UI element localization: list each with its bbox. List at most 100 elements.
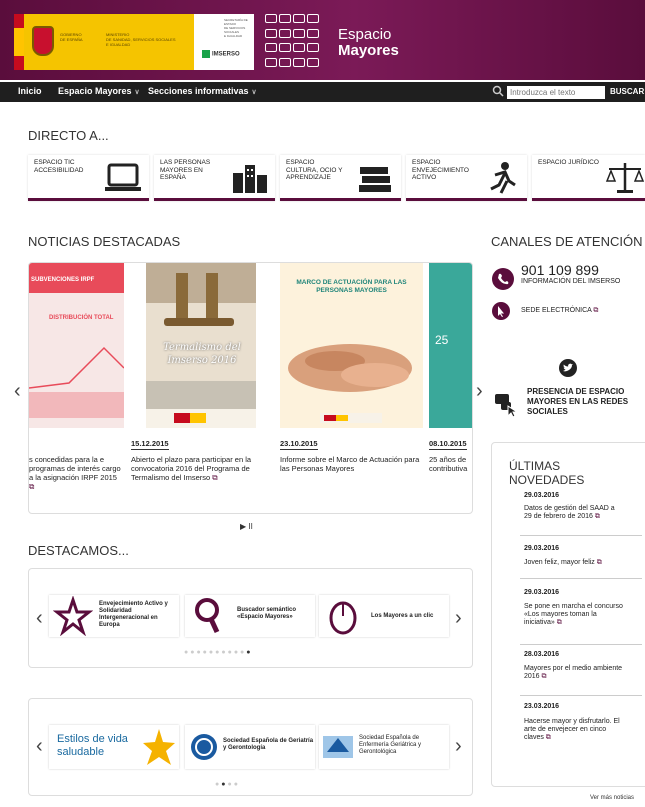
gov-line2: DE ESPAÑA (60, 37, 83, 42)
external-link-icon: ⧉ (594, 513, 600, 520)
destacamos-next-arrow-icon[interactable]: › (455, 607, 462, 630)
novedad-link[interactable]: Hacerse mayor y disfrutarlo. El arte de … (524, 718, 624, 742)
ultimas-title: ÚLTIMAS NOVEDADES (509, 459, 584, 487)
novedad-link[interactable]: Se pone en marcha el concurso «Los mayor… (524, 603, 624, 627)
site-title-line1: Espacio (338, 26, 392, 43)
government-logo[interactable]: GOBIERNO DE ESPAÑA MINISTERIO DE SANIDAD… (14, 14, 194, 70)
star-figure-icon (53, 596, 93, 636)
magnifier-icon (195, 598, 220, 634)
chevron-down-icon: ∨ (134, 89, 140, 96)
phone-number[interactable]: 901 109 899 (521, 262, 599, 278)
imserso-logo-block[interactable]: SECRETARÍA DE ESTADO DE SERVICIOS SOCIAL… (194, 14, 254, 70)
search-icon[interactable] (492, 85, 504, 97)
novedad-date: 29.03.2016 (524, 589, 560, 596)
partners-next-arrow-icon[interactable]: › (455, 735, 462, 758)
news-date[interactable]: 08.10.2015 (429, 439, 467, 450)
tile-envejecimiento-activo[interactable]: ESPACIO ENVEJECIMIENTO ACTIVO (406, 155, 527, 201)
coat-of-arms-icon (32, 26, 54, 56)
news-image-title: Termalismo del Imserso 2016 (163, 342, 241, 366)
external-link-icon: ⧉ (593, 307, 599, 314)
search-button[interactable]: BUSCAR (610, 87, 644, 96)
secretaria-line2: DE SERVICIOS SOCIALES (224, 26, 246, 34)
carousel-pagination-dots[interactable]: ●●●●●●●●●●● (184, 649, 253, 656)
imserso-logo: IMSERSO (202, 50, 248, 62)
news-image-termalismo[interactable]: Termalismo del Imserso 2016 (146, 263, 256, 428)
twitter-icon[interactable] (558, 358, 578, 378)
external-link-icon: ⧉ (212, 473, 218, 482)
partners-prev-arrow-icon[interactable]: ‹ (36, 735, 43, 758)
site-title-line2: Mayores (338, 42, 399, 59)
news-text[interactable]: Informe sobre el Marco de Actuación para… (280, 455, 420, 473)
news-play-pause-control[interactable]: ▶ II (240, 522, 253, 531)
external-link-icon: ⧉ (29, 482, 35, 491)
news-carousel: SUBVENCIONES IRPF DISTRIBUCIÓN TOTAL s c… (28, 262, 473, 514)
nav-espacio-mayores-label: Espacio Mayores (58, 86, 132, 96)
destacamos-item-mayores-clic[interactable]: Los Mayores a un clic (319, 595, 449, 637)
carousel-pagination-dots[interactable]: ●●●● (215, 781, 240, 788)
main-nav: Inicio Espacio Mayores ∨ Secciones inform… (0, 82, 645, 102)
novedad-date: 28.03.2016 (524, 651, 560, 658)
novedad-link[interactable]: Mayores por el medio ambiente 2016 ⧉ (524, 665, 624, 681)
ultimas-novedades-panel: ÚLTIMAS NOVEDADES 29.03.2016 Datos de ge… (491, 442, 645, 787)
news-date[interactable]: 23.10.2015 (280, 439, 318, 450)
tile-espacio-juridico[interactable]: ESPACIO JURÍDICO (532, 155, 645, 201)
novedad-text: Hacerse mayor y disfrutarlo. El arte de … (524, 718, 620, 741)
news-image-subvenciones[interactable]: SUBVENCIONES IRPF DISTRIBUCIÓN TOTAL (29, 263, 124, 428)
redes-sociales-link[interactable]: PRESENCIA DE ESPACIO MAYORES EN LAS REDE… (527, 387, 645, 417)
news-next-arrow-icon[interactable]: › (476, 380, 483, 403)
runner-icon (490, 162, 516, 194)
news-text[interactable]: Abierto el plazo para participar en la c… (131, 455, 271, 482)
search-input[interactable] (507, 86, 605, 99)
nav-secciones-informativas[interactable]: Secciones informativas ∨ (148, 86, 257, 96)
tile-label: ESPACIO ENVEJECIMIENTO ACTIVO (412, 159, 469, 181)
destacamos-item-envejecimiento[interactable]: Envejecimiento Activo y Solidaridad Inte… (49, 595, 179, 637)
site-title[interactable]: Espacio Mayores (338, 27, 399, 59)
ver-mas-noticias-link[interactable]: Ver más noticias (590, 795, 634, 801)
news-prev-arrow-icon[interactable]: ‹ (14, 380, 21, 403)
partner-label: Sociedad Española de Geriatría y Geronto… (223, 738, 314, 751)
spain-flag-icon (14, 14, 24, 70)
partner-estilos-vida[interactable]: Estilos de vida saludable (49, 725, 179, 769)
news-image-marco-actuacion[interactable]: MARCO DE ACTUACIÓN PARA LAS PERSONAS MAY… (280, 263, 423, 428)
tile-personas-mayores[interactable]: LAS PERSONAS MAYORES EN ESPAÑA (154, 155, 275, 201)
secretaria-line1: SECRETARÍA DE ESTADO (224, 18, 248, 26)
partner-segg[interactable]: Sociedad Española de Geriatría y Geronto… (185, 725, 315, 769)
external-link-icon: ⧉ (541, 673, 547, 680)
novedad-text: Mayores por el medio ambiente 2016 (524, 665, 623, 680)
destacamos-item-buscador[interactable]: Buscador semántico «Espacio Mayores» (185, 595, 315, 637)
ultimas-title-line2: NOVEDADES (509, 473, 585, 487)
sede-electronica-label: SEDE ELECTRÓNICA (521, 307, 592, 314)
partner-seegg[interactable]: Sociedad Española de Enfermería Geriátri… (319, 725, 449, 769)
nav-secciones-label: Secciones informativas (148, 86, 249, 96)
destacamos-label: Los Mayores a un clic (371, 613, 434, 619)
nav-espacio-mayores[interactable]: Espacio Mayores ∨ (58, 86, 140, 96)
tile-cultura-ocio[interactable]: ESPACIO CULTURA, OCIO Y APRENDIZAJE (280, 155, 401, 201)
news-text[interactable]: 25 años de contributiva (429, 455, 472, 473)
novedad-date: 29.03.2016 (524, 492, 560, 499)
news-date[interactable]: 15.12.2015 (131, 439, 169, 450)
partner-label: Estilos de vida saludable (57, 733, 128, 758)
novedad-link[interactable]: Joven feliz, mayor feliz ⧉ (524, 559, 624, 567)
noticias-title: NOTICIAS DESTACADAS (28, 234, 181, 249)
news-image-25-anos[interactable]: 25 (429, 263, 472, 428)
tile-label: ESPACIO JURÍDICO (538, 159, 599, 166)
tile-espacio-tic[interactable]: ESPACIO TIC ACCESIBILIDAD (28, 155, 149, 201)
seegg-logo-icon (323, 736, 353, 758)
sede-electronica-link[interactable]: SEDE ELECTRÓNICA ⧉ (521, 307, 598, 315)
cursor-icon (492, 302, 510, 320)
news-text-content: Informe sobre el Marco de Actuación para… (280, 455, 420, 473)
news-text[interactable]: s concedidas para la e programas de inte… (29, 455, 121, 491)
destacamos-prev-arrow-icon[interactable]: ‹ (36, 607, 43, 630)
phone-label: INFORMACIÓN DEL IMSERSO (521, 278, 621, 285)
espacio-mayores-grid-logo[interactable] (265, 14, 325, 70)
novedad-link[interactable]: Datos de gestión del SAAD a 29 de febrer… (524, 505, 624, 521)
novedad-text: Datos de gestión del SAAD a 29 de febrer… (524, 505, 615, 520)
scales-icon (605, 163, 645, 193)
partners-carousel: Estilos de vida saludable Sociedad Españ… (28, 698, 473, 796)
novedad-date: 23.03.2016 (524, 703, 560, 710)
novedad-text: Se pone en marcha el concurso «Los mayor… (524, 603, 623, 626)
laptop-icon (105, 163, 141, 191)
novedad-text: Joven feliz, mayor feliz (524, 559, 595, 566)
nav-inicio[interactable]: Inicio (18, 86, 42, 96)
ministry-line3: E IGUALDAD (106, 42, 131, 47)
